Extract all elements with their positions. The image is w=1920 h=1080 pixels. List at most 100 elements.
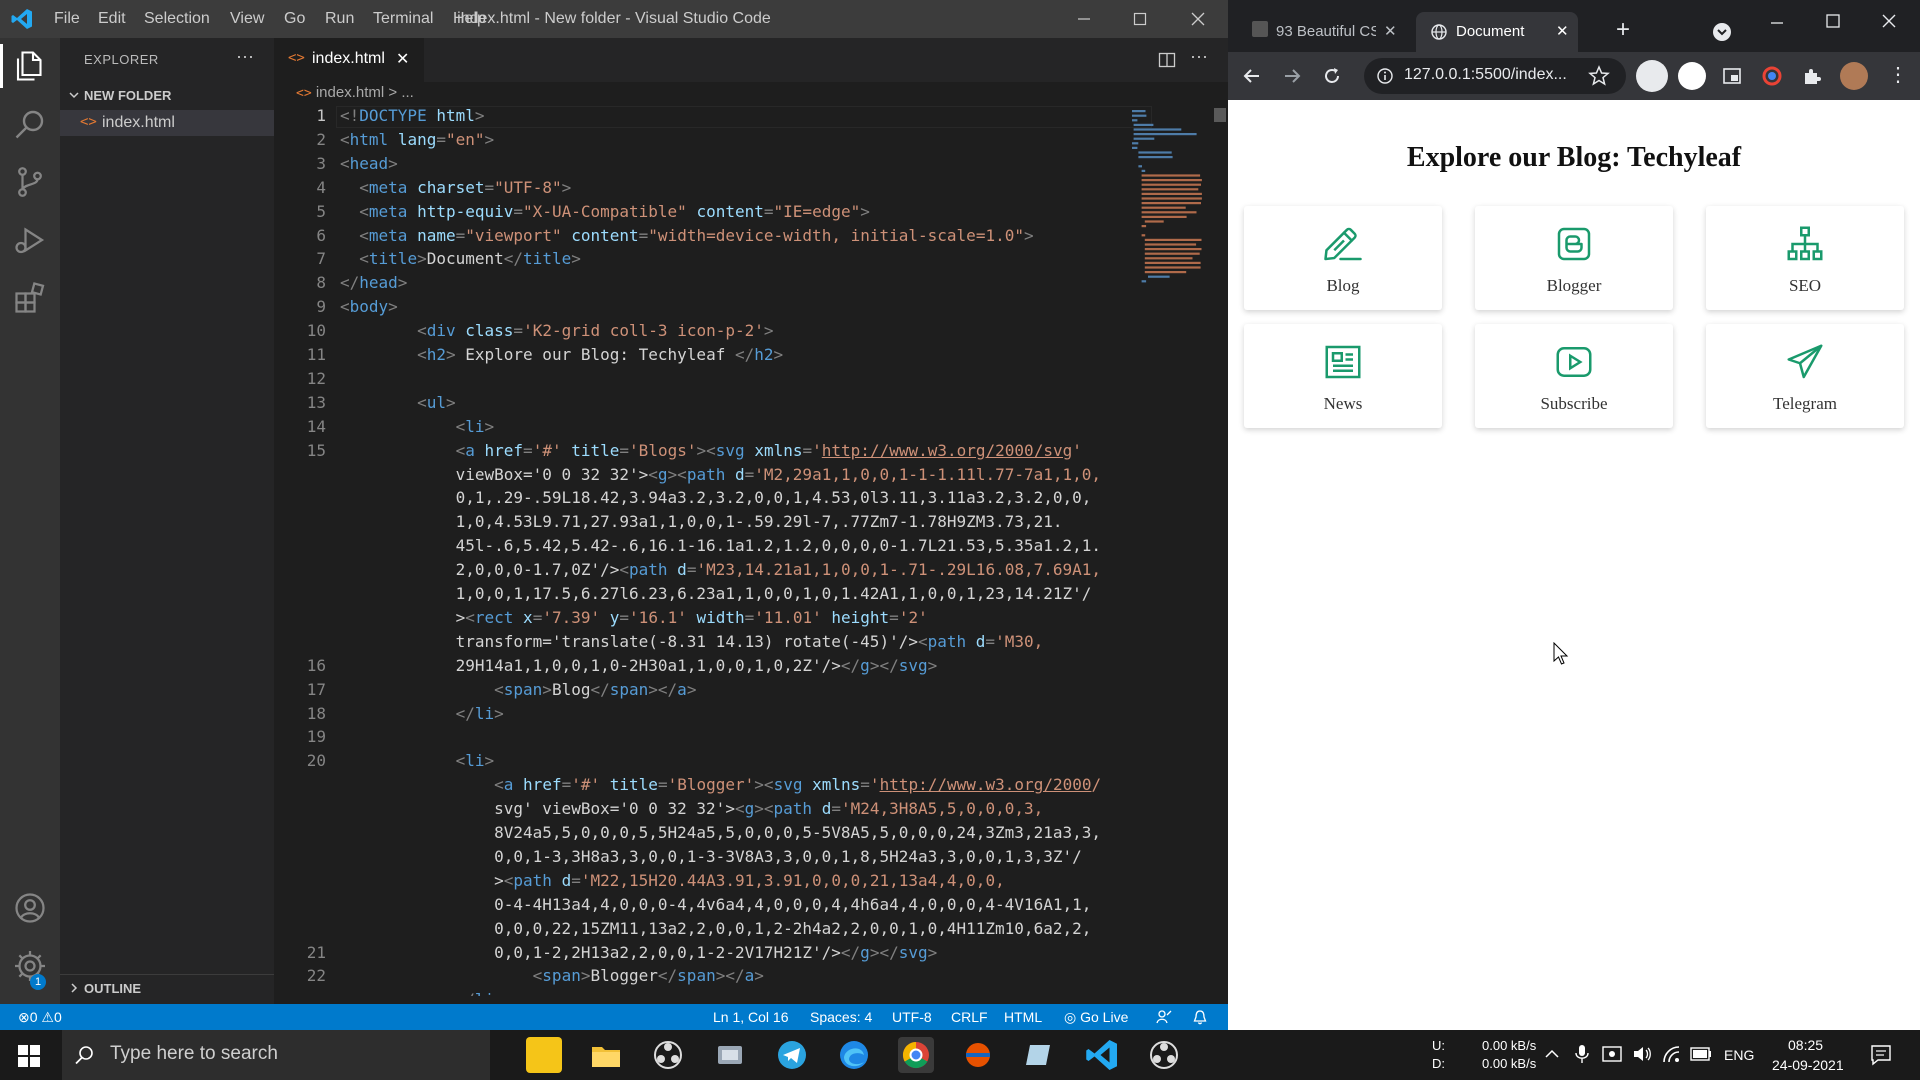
address-bar[interactable]: 127.0.0.1:5500/index... — [1364, 58, 1626, 94]
card-telegram[interactable]: Telegram — [1706, 324, 1904, 428]
tab-index-html[interactable]: <> index.html ✕ — [274, 38, 424, 82]
code-line[interactable]: 0,0,0,22,15ZM11,13a2,2,0,0,1,2-2h4a2,2,0… — [340, 919, 1091, 938]
profile-avatar[interactable] — [1840, 62, 1868, 90]
code-line[interactable]: 0,1,.29-.59L18.42,3.94a3.2,3.2,0,0,1,4.5… — [340, 488, 1092, 507]
back-icon[interactable] — [1242, 66, 1262, 86]
menu-file[interactable]: File — [54, 10, 80, 28]
extension-avatar-icon[interactable] — [1636, 60, 1668, 92]
browser-minimize-icon[interactable] — [1768, 14, 1786, 32]
clock-time[interactable]: 08:25 — [1788, 1037, 1823, 1053]
chrome-icon[interactable] — [898, 1037, 934, 1073]
obs-icon[interactable] — [650, 1037, 686, 1073]
code-line[interactable]: 0,0,1-3,3H8a3,3,0,0,1-3-3V8A3,3,0,0,1,8,… — [340, 847, 1082, 866]
code-line[interactable]: <ul> — [340, 393, 456, 412]
maximize-button[interactable] — [1112, 0, 1168, 38]
meet-now-icon[interactable] — [1602, 1045, 1622, 1063]
bell-icon[interactable] — [1192, 1009, 1208, 1025]
code-line[interactable]: ><path d='M22,15H20.44A3.91,3.91,0,0,0,2… — [340, 871, 1005, 890]
screen-capture-icon[interactable] — [712, 1037, 748, 1073]
editor-more-icon[interactable]: ··· — [1190, 46, 1208, 67]
forward-icon[interactable] — [1282, 66, 1302, 86]
file-explorer-icon[interactable] — [588, 1037, 624, 1073]
browser-tab-1[interactable]: 93 Beautiful CS ✕ — [1244, 12, 1404, 52]
wifi-icon[interactable] — [1662, 1045, 1682, 1063]
run-debug-icon[interactable] — [12, 222, 48, 258]
breadcrumb-file[interactable]: index.html — [316, 84, 384, 101]
code-line[interactable]: <title>Document</title> — [340, 249, 581, 268]
app-orange-icon[interactable] — [960, 1037, 996, 1073]
language-indicator[interactable]: ENG — [1724, 1047, 1754, 1063]
code-line[interactable]: <li> — [340, 751, 495, 770]
folder-node[interactable]: NEW FOLDER — [60, 84, 274, 106]
code-line[interactable]: viewBox='0 0 32 32'><g><path d='M2,29a1,… — [340, 465, 1101, 484]
sticky-notes-icon[interactable] — [526, 1037, 562, 1073]
source-control-icon[interactable] — [12, 164, 48, 200]
code-line[interactable]: 1,0,4.53L9.71,27.93a1,1,0,0,1-.59.29l-7,… — [340, 512, 1063, 531]
menu-selection[interactable]: Selection — [144, 10, 210, 28]
browser-menu-icon[interactable]: ⋮ — [1888, 62, 1908, 87]
code-line[interactable]: <!DOCTYPE html> — [340, 106, 485, 125]
feedback-icon[interactable] — [1156, 1009, 1172, 1025]
code-line[interactable]: <h2> Explore our Blog: Techyleaf </h2> — [340, 345, 783, 364]
language-mode[interactable]: HTML — [1004, 1009, 1042, 1025]
code-line[interactable]: </head> — [340, 273, 407, 292]
chevron-up-icon[interactable] — [1544, 1046, 1560, 1062]
extension-circle-icon[interactable] — [1678, 62, 1706, 90]
code-line[interactable]: <meta http-equiv="X-UA-Compatible" conte… — [340, 202, 870, 221]
microphone-icon[interactable] — [1574, 1044, 1590, 1064]
edge-icon[interactable] — [836, 1037, 872, 1073]
code-line[interactable]: </li> — [340, 704, 504, 723]
explorer-more-button[interactable]: ··· — [236, 46, 254, 67]
account-icon[interactable] — [12, 890, 48, 926]
extension-color-icon[interactable] — [1762, 66, 1782, 86]
menu-edit[interactable]: Edit — [98, 10, 126, 28]
menu-terminal[interactable]: Terminal — [373, 10, 433, 28]
card-news[interactable]: News — [1244, 324, 1442, 428]
code-line[interactable]: <html lang="en"> — [340, 130, 494, 149]
obs-icon-2[interactable] — [1146, 1037, 1182, 1073]
extensions-icon[interactable] — [12, 280, 48, 316]
tab-search-icon[interactable] — [1712, 22, 1732, 42]
code-line[interactable]: 2,0,0,0-1.7,0Z'/><path d='M23,14.21a1,1,… — [340, 560, 1101, 579]
card-subscribe[interactable]: Subscribe — [1475, 324, 1673, 428]
code-line[interactable]: <div class='K2-grid coll-3 icon-p-2'> — [340, 321, 773, 340]
code-line[interactable]: <body> — [340, 297, 398, 316]
tab-close-icon[interactable]: ✕ — [1384, 22, 1397, 40]
code-line[interactable]: 45l-.6,5.42,5.42-.6,16.1-16.1a1.2,1.2,0,… — [340, 536, 1101, 555]
code-editor[interactable]: 1 <!DOCTYPE html> 2 <html lang="en"> 3 <head>… — [274, 106, 1154, 996]
cursor-position[interactable]: Ln 1, Col 16 — [713, 1009, 789, 1025]
bookmark-star-icon[interactable] — [1588, 65, 1610, 87]
new-tab-button[interactable]: + — [1616, 16, 1630, 44]
files-icon[interactable] — [12, 48, 48, 84]
code-line[interactable]: <span>Blog</span></a> — [340, 680, 696, 699]
extensions-puzzle-icon[interactable] — [1802, 66, 1822, 86]
outline-section[interactable]: OUTLINE — [60, 974, 274, 1001]
code-line[interactable]: <li> — [340, 417, 495, 436]
card-blogger[interactable]: Blogger — [1475, 206, 1673, 310]
code-line[interactable]: transform='translate(-8.31 14.13) rotate… — [340, 632, 1044, 651]
notification-center-icon[interactable] — [1870, 1044, 1892, 1066]
encoding[interactable]: UTF-8 — [892, 1009, 932, 1025]
code-line[interactable]: <a href='#' title='Blogs'><svg xmlns='ht… — [340, 441, 1082, 460]
card-seo[interactable]: SEO — [1706, 206, 1904, 310]
editor-scrollbar[interactable] — [1214, 108, 1226, 122]
tab-close-icon[interactable]: ✕ — [1556, 22, 1569, 40]
indentation[interactable]: Spaces: 4 — [810, 1009, 872, 1025]
menu-go[interactable]: Go — [284, 10, 305, 28]
vscode-taskbar-icon[interactable] — [1084, 1037, 1120, 1073]
code-line[interactable]: 0,0,1-2,2H13a2,2,0,0,1-2-2V17H21Z'/></g>… — [340, 943, 937, 962]
tab-close-icon[interactable]: ✕ — [396, 49, 409, 69]
code-line[interactable]: <head> — [340, 154, 398, 173]
code-line[interactable]: 1,0,0,1,17.5,6.27l6.23,6.23a1,1,0,0,1,0,… — [340, 584, 1092, 603]
menu-help[interactable]: Help — [453, 10, 486, 28]
code-line[interactable]: <meta charset="UTF-8"> — [340, 178, 571, 197]
menu-view[interactable]: View — [230, 10, 264, 28]
code-line[interactable]: 29H14a1,1,0,0,1,0-2H30a1,1,0,0,1,0,2Z'/>… — [340, 656, 938, 675]
search-icon[interactable] — [12, 106, 48, 142]
code-line[interactable]: svg' viewBox='0 0 32 32'><g><path d='M24… — [340, 799, 1043, 818]
reload-icon[interactable] — [1322, 66, 1342, 86]
telegram-icon[interactable] — [774, 1037, 810, 1073]
windows-start-icon[interactable] — [18, 1045, 40, 1067]
end-of-line[interactable]: CRLF — [951, 1009, 988, 1025]
code-line[interactable]: <span>Blogger</span></a> — [340, 966, 764, 985]
